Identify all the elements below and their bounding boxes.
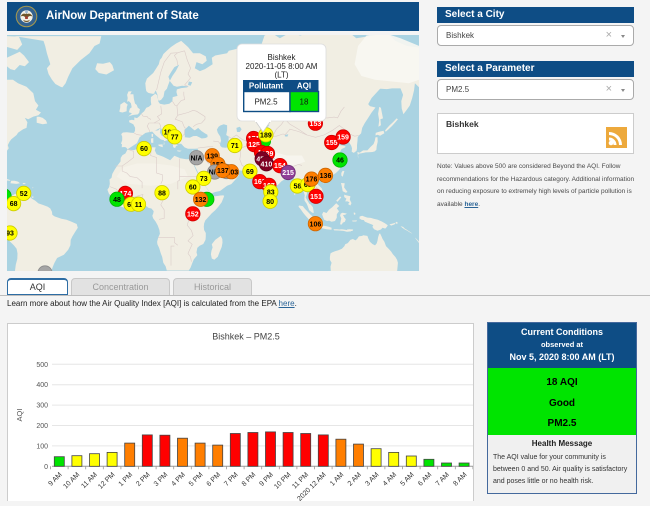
svg-text:10 PM: 10 PM xyxy=(273,471,292,490)
svg-text:PM2.5: PM2.5 xyxy=(254,98,278,107)
svg-text:3 AM: 3 AM xyxy=(364,471,380,487)
svg-text:(LT): (LT) xyxy=(274,71,288,80)
svg-text:10 AM: 10 AM xyxy=(62,471,81,490)
svg-text:80: 80 xyxy=(266,199,274,206)
svg-text:Pollutant: Pollutant xyxy=(249,81,284,90)
svg-text:2 AM: 2 AM xyxy=(347,471,363,487)
svg-text:132: 132 xyxy=(195,197,207,204)
svg-text:8 PM: 8 PM xyxy=(241,471,258,488)
svg-text:69: 69 xyxy=(246,169,254,176)
svg-text:2 PM: 2 PM xyxy=(135,471,152,488)
svg-text:73: 73 xyxy=(200,176,208,183)
svg-text:152: 152 xyxy=(187,211,199,218)
svg-text:1 PM: 1 PM xyxy=(118,471,135,488)
svg-text:93: 93 xyxy=(7,231,14,238)
svg-text:46: 46 xyxy=(336,158,344,165)
svg-text:189: 189 xyxy=(260,132,272,139)
svg-text:106: 106 xyxy=(310,221,322,228)
svg-text:6 AM: 6 AM xyxy=(417,471,433,487)
svg-text:5 PM: 5 PM xyxy=(188,471,205,488)
svg-text:159: 159 xyxy=(337,135,349,142)
svg-text:71: 71 xyxy=(231,143,239,150)
svg-text:0: 0 xyxy=(44,464,48,471)
svg-text:3 PM: 3 PM xyxy=(153,471,170,488)
svg-text:88: 88 xyxy=(158,190,166,197)
svg-text:11: 11 xyxy=(135,202,143,209)
svg-text:11 AM: 11 AM xyxy=(80,471,99,490)
svg-text:151: 151 xyxy=(310,194,322,201)
svg-text:7 AM: 7 AM xyxy=(435,471,451,487)
svg-text:200: 200 xyxy=(36,423,48,430)
svg-text:4 AM: 4 AM xyxy=(382,471,398,487)
svg-text:7 PM: 7 PM xyxy=(223,471,240,488)
svg-text:N/A: N/A xyxy=(190,155,202,162)
svg-text:18: 18 xyxy=(300,98,309,107)
svg-text:68: 68 xyxy=(10,201,18,208)
svg-text:410: 410 xyxy=(261,161,273,168)
svg-text:60: 60 xyxy=(189,185,197,192)
svg-text:1 AM: 1 AM xyxy=(329,471,345,487)
svg-text:48: 48 xyxy=(113,197,121,204)
svg-text:12 PM: 12 PM xyxy=(97,471,116,490)
svg-text:AQI: AQI xyxy=(297,81,311,90)
svg-text:5 AM: 5 AM xyxy=(399,471,415,487)
svg-text:60: 60 xyxy=(140,146,148,153)
svg-text:215: 215 xyxy=(282,170,294,177)
svg-text:AQI: AQI xyxy=(15,409,24,422)
svg-text:4 PM: 4 PM xyxy=(170,471,187,488)
svg-text:155: 155 xyxy=(326,140,338,147)
svg-text:136: 136 xyxy=(320,173,332,180)
svg-text:8 AM: 8 AM xyxy=(452,471,468,487)
svg-text:137: 137 xyxy=(217,168,229,175)
svg-text:77: 77 xyxy=(171,134,179,141)
svg-text:100: 100 xyxy=(36,443,48,450)
svg-text:500: 500 xyxy=(36,362,48,369)
svg-text:Bishkek – PM2.5: Bishkek – PM2.5 xyxy=(212,332,280,342)
svg-text:Bishkek: Bishkek xyxy=(267,53,296,62)
svg-text:6 PM: 6 PM xyxy=(206,471,223,488)
svg-text:153: 153 xyxy=(310,121,322,128)
svg-text:52: 52 xyxy=(20,191,28,198)
svg-text:300: 300 xyxy=(36,403,48,410)
svg-text:176: 176 xyxy=(306,177,318,184)
svg-text:400: 400 xyxy=(36,382,48,389)
